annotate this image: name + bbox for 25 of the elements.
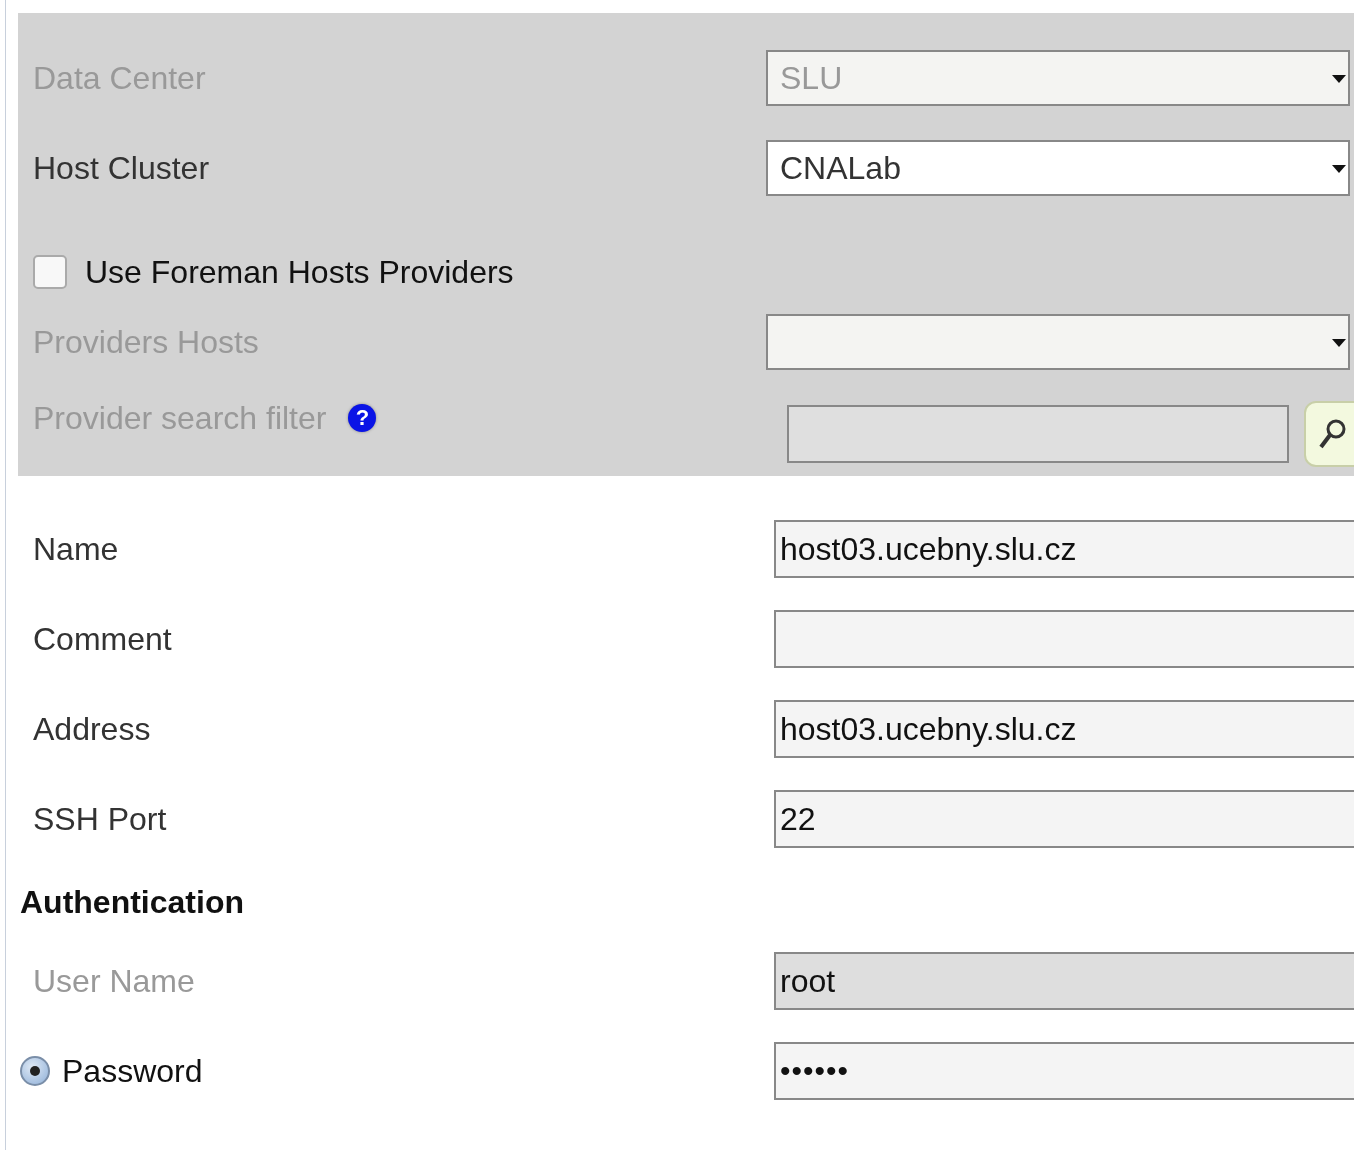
checkbox-label[interactable]: Use Foreman Hosts Providers: [85, 254, 514, 290]
input-field[interactable]: [774, 610, 1354, 668]
field-label: Providers Hosts: [33, 324, 260, 360]
input-field[interactable]: host03.ucebny.slu.cz: [774, 700, 1354, 758]
input-field[interactable]: 22: [774, 790, 1354, 848]
checkbox[interactable]: [33, 255, 67, 289]
field-label: SSH Port: [33, 801, 168, 837]
field-label: Provider search filter: [33, 400, 327, 436]
caret-icon: [1332, 165, 1346, 173]
search-button[interactable]: [1304, 401, 1354, 467]
section-title: Authentication: [20, 883, 245, 922]
input-field[interactable]: host03.ucebny.slu.cz: [774, 520, 1354, 578]
field-label: Data Center: [33, 60, 207, 96]
caret-icon: [1332, 75, 1346, 83]
password-field[interactable]: ••••••: [774, 1042, 1354, 1100]
search-icon: [1318, 417, 1348, 451]
field-label: User Name: [33, 963, 196, 999]
field-label: Address: [33, 711, 152, 747]
field-label: Comment: [33, 621, 173, 657]
radio-label[interactable]: Password: [62, 1053, 203, 1089]
field-label: Name: [33, 531, 120, 567]
dropdown[interactable]: CNALab: [766, 140, 1350, 196]
radio-button[interactable]: [20, 1056, 50, 1086]
caret-icon: [1332, 339, 1346, 347]
field-label: Host Cluster: [33, 150, 211, 186]
